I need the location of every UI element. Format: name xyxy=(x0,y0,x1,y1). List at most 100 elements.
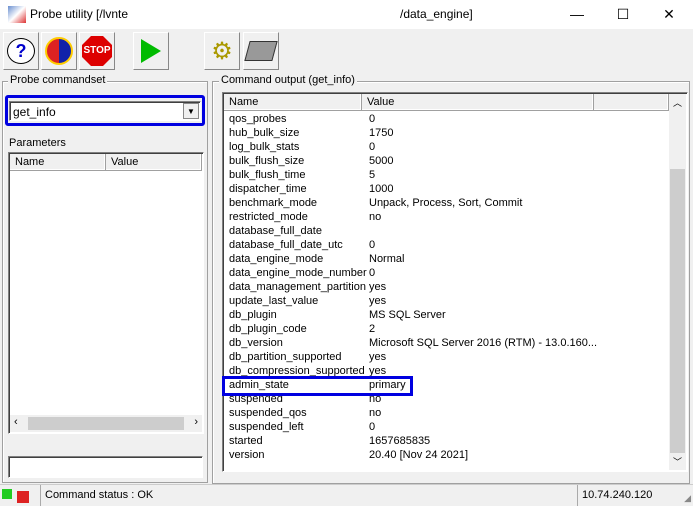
table-row[interactable]: bulk_flush_time 5 xyxy=(229,168,669,182)
table-row[interactable]: database_full_date xyxy=(229,224,669,238)
row-name: suspended_left xyxy=(229,421,304,433)
row-value: Microsoft SQL Server 2016 (RTM) - 13.0.1… xyxy=(369,337,598,349)
row-name: update_last_value xyxy=(229,295,319,307)
scrollbar-thumb[interactable] xyxy=(28,417,184,430)
scroll-up-icon[interactable]: ︿ xyxy=(673,96,682,109)
row-value: 1000 xyxy=(369,183,394,195)
row-name: log_bulk_stats xyxy=(229,141,300,153)
resize-grip-icon[interactable]: ◢ xyxy=(684,493,691,504)
table-row[interactable]: started 1657685835 xyxy=(229,434,669,448)
refresh-icon xyxy=(45,37,73,65)
parameters-label: Parameters xyxy=(9,137,66,149)
parameter-input[interactable] xyxy=(8,456,203,478)
run-button[interactable] xyxy=(133,32,169,70)
window-title-path: /data_engine] xyxy=(400,7,473,21)
parameters-list[interactable]: Name Value ‹ › xyxy=(8,152,204,434)
row-name: data_engine_mode xyxy=(229,253,324,265)
stop-icon: STOP xyxy=(82,36,112,66)
table-row[interactable]: qos_probes 0 xyxy=(229,112,669,126)
column-header-value[interactable]: Value xyxy=(106,154,202,171)
scrollbar-thumb[interactable] xyxy=(670,169,685,453)
chevron-down-icon[interactable]: ▼ xyxy=(183,103,199,119)
table-row[interactable]: benchmark_mode Unpack, Process, Sort, Com… xyxy=(229,196,669,210)
column-header-name[interactable]: Name xyxy=(224,94,362,111)
row-name: dispatcher_time xyxy=(229,183,307,195)
title-bar: Probe utility [/lvnte /data_engine] — ☐ … xyxy=(0,0,693,29)
table-row[interactable]: bulk_flush_size 5000 xyxy=(229,154,669,168)
horizontal-scrollbar[interactable]: ‹ › xyxy=(10,415,202,432)
table-row[interactable]: db_version Microsoft SQL Server 2016 (RTM… xyxy=(229,336,669,350)
close-button[interactable]: ✕ xyxy=(646,0,692,29)
row-name: database_full_date xyxy=(229,225,322,237)
table-row[interactable]: log_bulk_stats 0 xyxy=(229,140,669,154)
status-bar: Command status : OK 10.74.240.120 ◢ xyxy=(0,484,693,506)
commandset-select[interactable]: get_info ▼ xyxy=(9,101,201,121)
row-value: 1750 xyxy=(369,127,394,139)
row-value: 5 xyxy=(369,169,376,181)
commandset-value: get_info xyxy=(13,105,56,119)
commandset-label: Probe commandset xyxy=(8,74,108,86)
table-row[interactable]: hub_bulk_size 1750 xyxy=(229,126,669,140)
row-value: 0 xyxy=(369,421,376,433)
refresh-button[interactable] xyxy=(41,32,77,70)
table-row[interactable]: db_plugin MS SQL Server xyxy=(229,308,669,322)
settings-button[interactable]: ⚙ xyxy=(204,32,240,70)
stop-button[interactable]: STOP xyxy=(79,32,115,70)
table-row[interactable]: suspended_left 0 xyxy=(229,420,669,434)
table-row[interactable]: data_engine_mode Normal xyxy=(229,252,669,266)
row-name: db_plugin xyxy=(229,309,277,321)
row-value: no xyxy=(369,211,382,223)
row-name: db_version xyxy=(229,337,283,349)
scroll-right-icon[interactable]: › xyxy=(194,416,198,428)
row-value: yes xyxy=(369,351,387,363)
row-name: db_plugin_code xyxy=(229,323,307,335)
row-name: bulk_flush_size xyxy=(229,155,305,167)
table-row[interactable]: db_plugin_code 2 xyxy=(229,322,669,336)
row-value: 0 xyxy=(369,113,376,125)
row-value: yes xyxy=(369,295,387,307)
row-name: bulk_flush_time xyxy=(229,169,306,181)
window-title: Probe utility [/lvnte xyxy=(30,7,129,21)
row-value: 0 xyxy=(369,141,376,153)
table-row[interactable]: database_full_date_utc 0 xyxy=(229,238,669,252)
play-icon xyxy=(141,39,161,63)
print-button[interactable] xyxy=(243,32,279,70)
table-row[interactable]: data_management_partition yes xyxy=(229,280,669,294)
app-icon xyxy=(8,6,26,23)
row-value: 20.40 [Nov 24 2021] xyxy=(369,449,469,461)
row-name: started xyxy=(229,435,263,447)
table-row[interactable]: dispatcher_time 1000 xyxy=(229,182,669,196)
row-name: version xyxy=(229,449,265,461)
row-value: 0 xyxy=(369,267,376,279)
table-row[interactable]: version 20.40 [Nov 24 2021] xyxy=(229,448,669,462)
row-value: Normal xyxy=(369,253,405,265)
column-header-name[interactable]: Name xyxy=(10,154,106,171)
table-row[interactable]: restricted_mode no xyxy=(229,210,669,224)
table-row[interactable]: update_last_value yes xyxy=(229,294,669,308)
output-list[interactable]: Name Value qos_probes 0 hub_bulk_size 1750 l… xyxy=(222,92,688,472)
minimize-button[interactable]: — xyxy=(554,0,600,29)
maximize-button[interactable]: ☐ xyxy=(600,0,646,29)
help-icon: ? xyxy=(7,38,35,64)
table-row[interactable]: db_partition_supported yes xyxy=(229,350,669,364)
row-value: no xyxy=(369,407,382,419)
table-row[interactable]: data_engine_mode_number 0 xyxy=(229,266,669,280)
row-name: suspended_qos xyxy=(229,407,307,419)
command-output-label: Command output (get_info) xyxy=(219,74,357,86)
gear-icon: ⚙ xyxy=(211,37,233,65)
row-name: restricted_mode xyxy=(229,211,308,223)
scroll-left-icon[interactable]: ‹ xyxy=(14,416,18,428)
column-header-extra[interactable] xyxy=(594,94,669,111)
command-status: Command status : OK xyxy=(45,489,154,501)
row-value: 0 xyxy=(369,239,376,251)
connection-icon xyxy=(2,489,12,499)
column-header-value[interactable]: Value xyxy=(362,94,594,111)
row-name: data_management_partition xyxy=(229,281,366,293)
help-button[interactable]: ? xyxy=(3,32,39,70)
row-value: MS SQL Server xyxy=(369,309,446,321)
row-value: yes xyxy=(369,281,387,293)
printer-icon xyxy=(244,41,278,61)
table-row[interactable]: suspended_qos no xyxy=(229,406,669,420)
vertical-scrollbar[interactable]: ︿ ﹀ xyxy=(669,94,686,470)
scroll-down-icon[interactable]: ﹀ xyxy=(673,455,682,468)
